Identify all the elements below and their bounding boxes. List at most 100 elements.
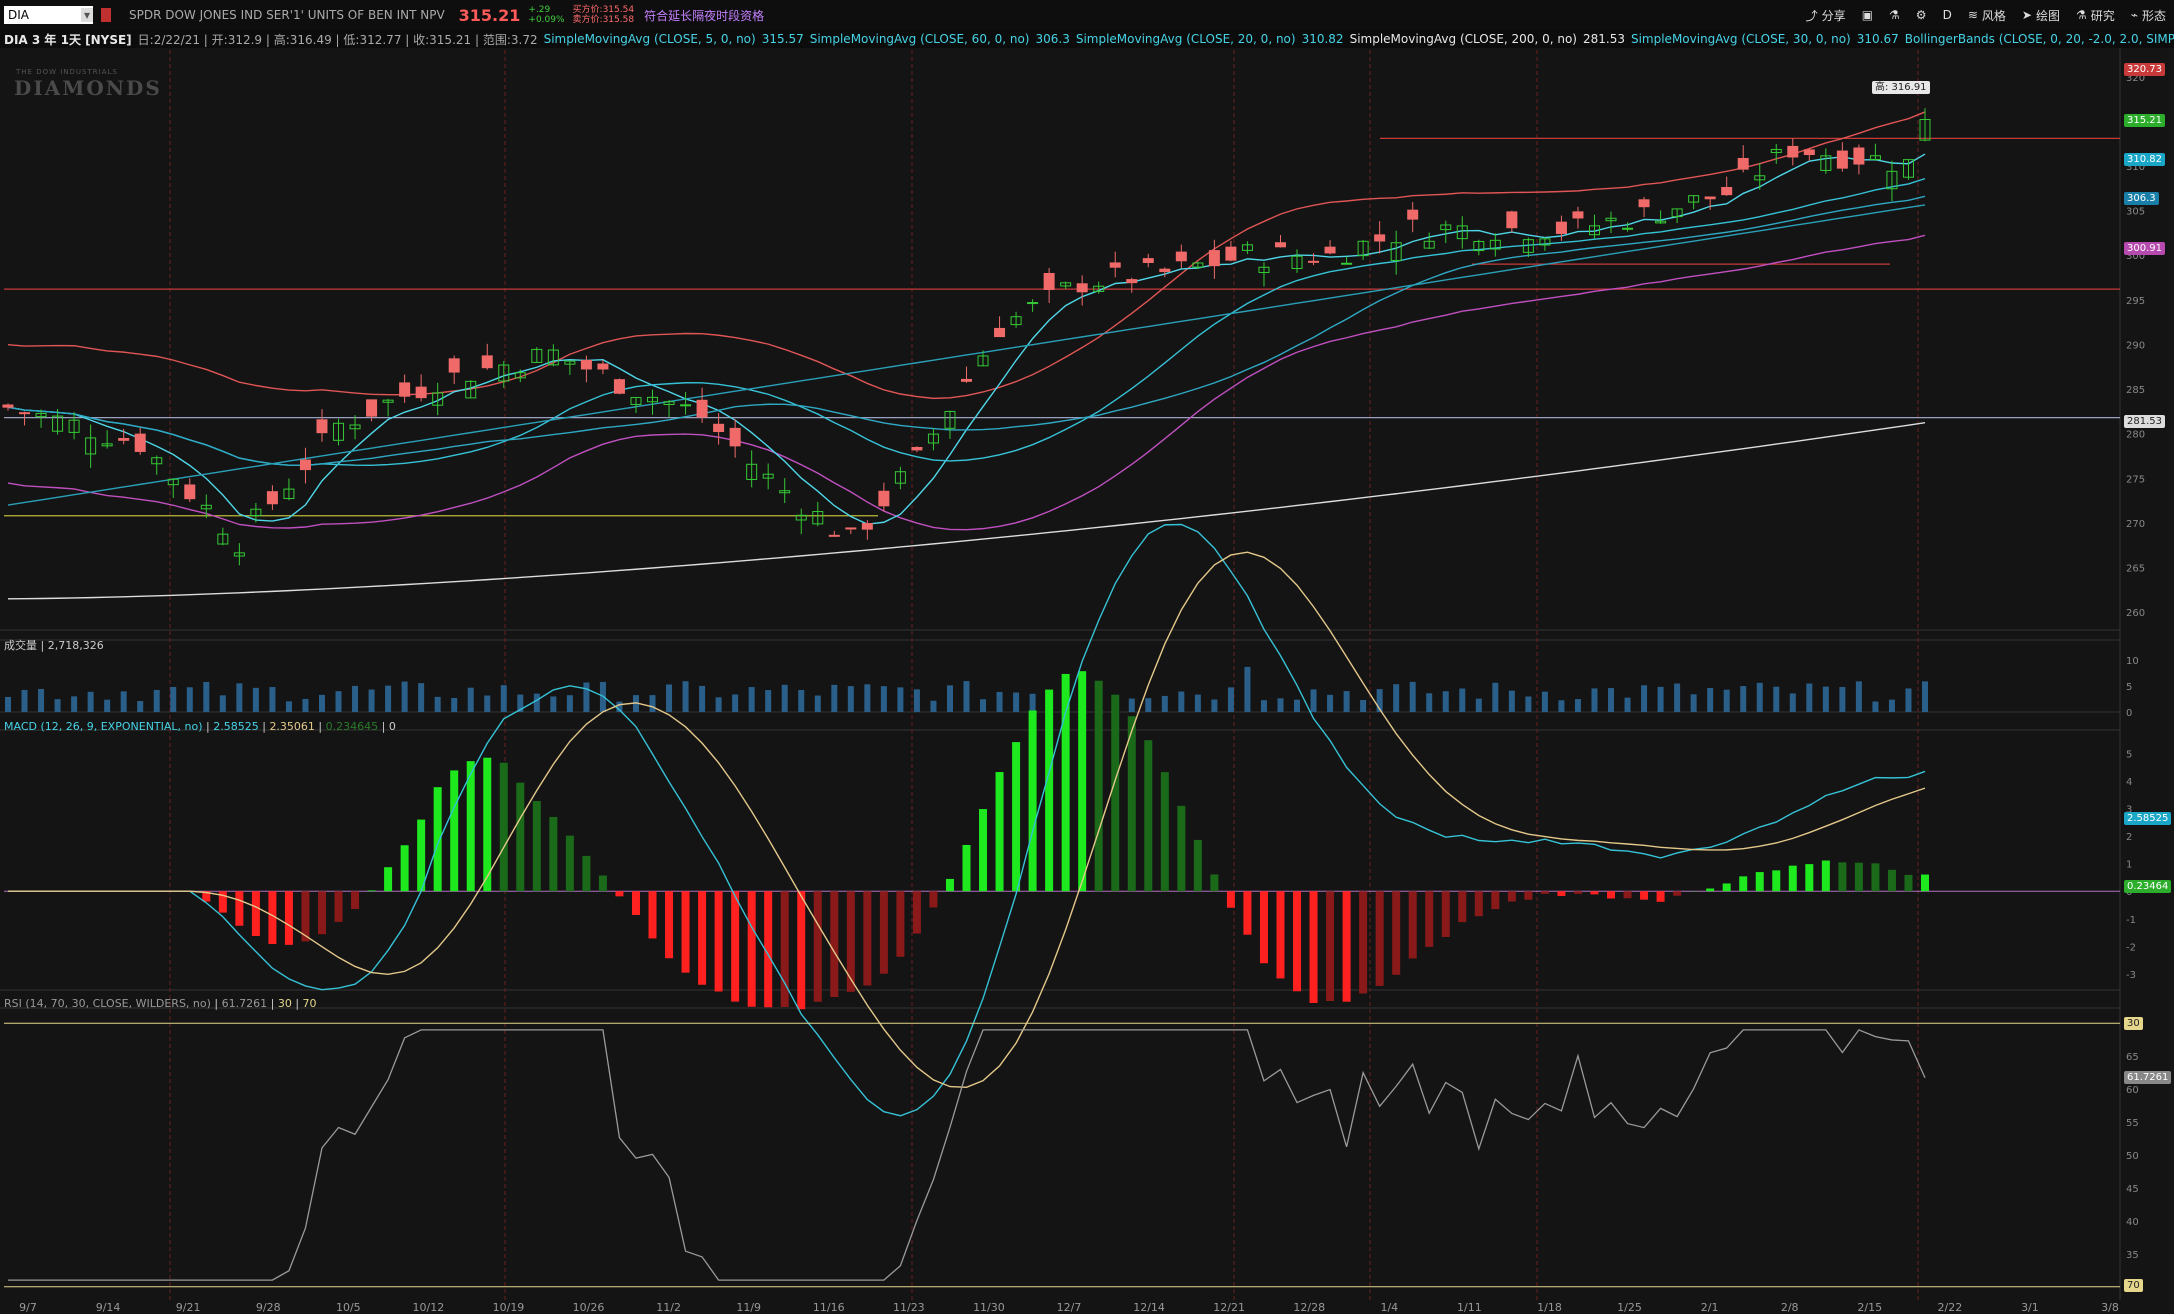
tag-macd-diff: 0.23464 — [2124, 880, 2172, 893]
macd-histogram-bar — [929, 891, 938, 908]
volume-bar — [352, 685, 359, 712]
volume-bar — [1690, 694, 1697, 712]
volume-bar — [385, 685, 392, 712]
macd-histogram-bar — [417, 819, 426, 892]
macd-histogram-bar — [1739, 876, 1748, 892]
volume-bar — [1541, 691, 1548, 712]
volume-bar — [1525, 696, 1532, 712]
volume-bar — [252, 687, 259, 712]
volume-bar — [1872, 701, 1879, 712]
price-tick-label: 270 — [2126, 519, 2145, 530]
volume-bar — [104, 699, 111, 712]
candle-body — [680, 404, 692, 407]
volume-bar — [1327, 694, 1334, 712]
x-axis-label: 9/28 — [256, 1301, 281, 1314]
volume-legend: 成交量 | 2,718,326 — [4, 639, 104, 652]
volume-bar — [335, 691, 342, 712]
x-axis-label: 10/19 — [493, 1301, 525, 1314]
candle-body — [1803, 149, 1815, 156]
macd-histogram-bar — [797, 891, 806, 1010]
macd-histogram-bar — [1573, 891, 1582, 894]
x-axis-label: 1/18 — [1537, 1301, 1562, 1314]
sma5-line — [7, 153, 1926, 525]
x-axis-label: 10/5 — [336, 1301, 361, 1314]
volume-bar — [1789, 693, 1796, 712]
volume-bar — [583, 682, 590, 712]
macd-histogram-bar — [1425, 891, 1434, 947]
macd-histogram-bar — [1392, 891, 1401, 975]
volume-bar — [1260, 700, 1267, 712]
volume-bar — [1922, 681, 1928, 712]
candle-body — [399, 382, 411, 397]
macd-histogram-bar — [681, 891, 690, 973]
macd-tick-label: -2 — [2126, 942, 2136, 953]
volume-bar — [699, 685, 706, 712]
volume-bar — [1393, 684, 1400, 712]
macd-histogram-bar — [235, 891, 244, 926]
sma200-line — [7, 422, 1926, 600]
volume-bar — [1558, 700, 1565, 712]
macd-histogram-bar — [1656, 891, 1665, 902]
candle-body — [366, 399, 378, 417]
macd-histogram-bar — [747, 891, 756, 1007]
volume-bar — [1128, 698, 1135, 712]
macd-histogram-bar — [251, 891, 260, 936]
candle-body — [1076, 283, 1088, 293]
macd-zero: 0 — [388, 720, 396, 733]
volume-bar — [930, 700, 937, 712]
macd-histogram-bar — [631, 891, 640, 915]
volume-label: 成交量 — [4, 639, 37, 652]
x-axis-label: 12/28 — [1293, 1301, 1325, 1314]
candle-body — [316, 419, 328, 434]
macd-histogram-bar — [1012, 742, 1021, 892]
candle-body — [134, 433, 146, 452]
macd-histogram-bar — [1805, 864, 1814, 892]
macd-histogram-bar — [1226, 891, 1235, 908]
volume-bar — [1459, 688, 1466, 712]
rsi-ob: 30 — [277, 997, 292, 1010]
price-tick-label: 290 — [2126, 340, 2145, 351]
volume-bar — [120, 691, 127, 712]
volume-bar — [434, 696, 441, 712]
macd-histogram-bar — [912, 891, 921, 934]
volume-bar — [963, 681, 970, 712]
candle-body — [1109, 262, 1121, 268]
rsi-tick-label: 50 — [2126, 1151, 2139, 1162]
price-tick-label: 265 — [2126, 564, 2145, 575]
macd-histogram-bar — [1094, 680, 1103, 892]
volume-bar — [781, 684, 788, 712]
volume-bar — [21, 689, 28, 712]
candle-body — [713, 423, 725, 433]
macd-histogram-bar — [1160, 772, 1169, 892]
tag-bb-lower: 300.91 — [2124, 242, 2165, 255]
macd-histogram-bar — [615, 891, 624, 897]
x-axis-label: 9/14 — [96, 1301, 121, 1314]
chart-canvas[interactable]: 3203153103053002952902852802752702652609… — [0, 0, 2174, 1314]
volume-bar — [1740, 686, 1747, 712]
candle-body — [1374, 234, 1386, 242]
x-axis-label: 12/21 — [1213, 1301, 1245, 1314]
macd-histogram-bar — [665, 891, 674, 959]
candle-body — [1341, 262, 1353, 265]
candle-body — [266, 491, 278, 505]
macd-diff: 0.234645 — [325, 720, 379, 733]
candle-body — [878, 490, 890, 507]
candle-body — [1043, 273, 1055, 290]
candle-body — [1324, 246, 1336, 254]
volume-bar — [137, 701, 144, 712]
macd-histogram-bar — [450, 770, 459, 892]
volume-bar — [798, 689, 805, 712]
macd-histogram-bar — [813, 891, 822, 1002]
x-axis-label: 11/16 — [813, 1301, 845, 1314]
macd-label: MACD (12, 26, 9, EXPONENTIAL, no) — [4, 720, 203, 733]
x-axis-label: 12/7 — [1057, 1301, 1082, 1314]
macd-histogram-bar — [1854, 862, 1863, 892]
rsi-legend: RSI (14, 70, 30, CLOSE, WILDERS, no) | 6… — [4, 997, 317, 1010]
volume-bar — [1756, 682, 1763, 712]
macd-histogram-bar — [1293, 891, 1302, 992]
volume-bar — [1591, 688, 1598, 712]
volume-bar — [1277, 698, 1284, 712]
candle-body — [1638, 199, 1650, 208]
sma30-line — [7, 195, 1926, 467]
macd-histogram-bar — [1673, 891, 1682, 896]
